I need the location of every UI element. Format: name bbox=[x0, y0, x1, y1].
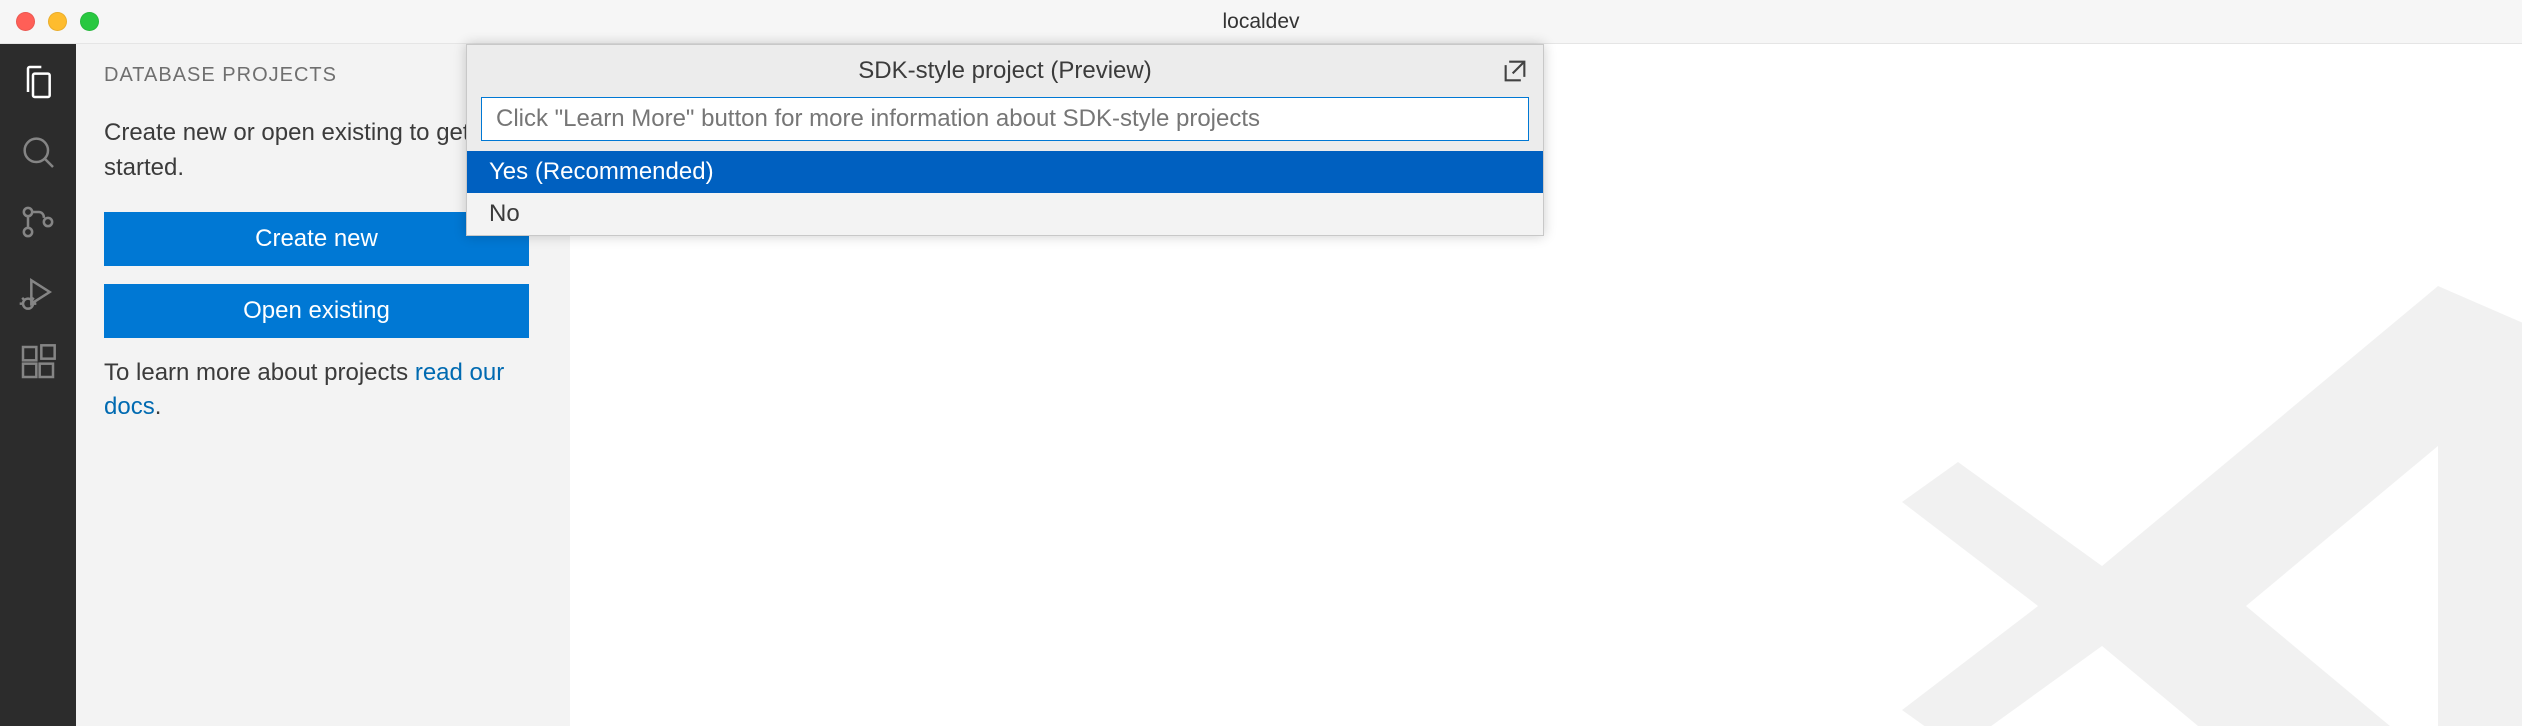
search-icon[interactable] bbox=[18, 132, 58, 172]
quick-input-title: SDK-style project (Preview) bbox=[858, 57, 1151, 85]
run-debug-icon[interactable] bbox=[18, 272, 58, 312]
titlebar: localdev bbox=[0, 0, 2522, 44]
quick-input-option-no[interactable]: No bbox=[467, 193, 1543, 235]
quick-input-header: SDK-style project (Preview) bbox=[467, 45, 1543, 97]
maximize-window-button[interactable] bbox=[80, 12, 99, 31]
open-existing-button[interactable]: Open existing bbox=[104, 284, 529, 338]
activity-bar bbox=[0, 44, 76, 726]
docs-prefix: To learn more about projects bbox=[104, 359, 415, 386]
quick-input-option-yes[interactable]: Yes (Recommended) bbox=[467, 151, 1543, 193]
quick-input-field[interactable] bbox=[481, 97, 1529, 141]
quick-input-panel: SDK-style project (Preview) Yes (Recomme… bbox=[466, 44, 1544, 236]
source-control-icon[interactable] bbox=[18, 202, 58, 242]
close-window-button[interactable] bbox=[16, 12, 35, 31]
expand-icon[interactable] bbox=[1501, 57, 1529, 85]
minimize-window-button[interactable] bbox=[48, 12, 67, 31]
window-controls bbox=[16, 12, 99, 31]
extensions-icon[interactable] bbox=[18, 342, 58, 382]
explorer-icon[interactable] bbox=[18, 62, 58, 102]
window-title: localdev bbox=[1222, 10, 1299, 34]
sidebar-title: DATABASE PROJECTS bbox=[104, 64, 466, 87]
vscode-watermark-icon bbox=[1862, 206, 2522, 726]
quick-input-list: Yes (Recommended) No bbox=[467, 151, 1543, 235]
docs-text: To learn more about projects read our do… bbox=[104, 356, 542, 426]
docs-suffix: . bbox=[155, 393, 162, 420]
